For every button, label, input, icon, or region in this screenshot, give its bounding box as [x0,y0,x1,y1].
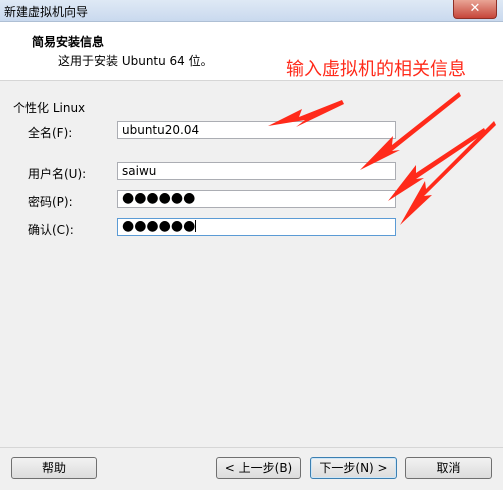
personalize-linux-group-label: 个性化 Linux [13,101,86,115]
fullname-value: ubuntu20.04 [122,123,200,137]
arrow-to-password [388,128,486,201]
cancel-button[interactable]: 取消 [405,457,492,479]
back-button[interactable]: < 上一步(B) [216,457,301,479]
fullname-input[interactable]: ubuntu20.04 [117,121,396,139]
page-subheading: 这用于安装 Ubuntu 64 位。 [58,54,213,68]
help-button[interactable]: 帮助 [11,457,97,479]
new-vm-wizard-window: 新建虚拟机向导 ✕ 简易安装信息 这用于安装 Ubuntu 64 位。 输入虚拟… [0,0,503,490]
username-input[interactable]: saiwu [117,162,396,180]
text-caret [195,220,197,232]
confirm-password-input[interactable]: ●●●●●● [117,218,396,236]
password-input[interactable]: ●●●●●● [117,190,396,208]
window-title: 新建虚拟机向导 [4,5,89,19]
close-button[interactable]: ✕ [453,0,497,19]
title-bar: 新建虚拟机向导 ✕ [0,0,503,22]
next-button[interactable]: 下一步(N) > [310,457,397,479]
confirm-label: 确认(C): [28,223,74,237]
password-label: 密码(P): [28,195,73,209]
username-value: saiwu [122,164,157,178]
annotation-text: 输入虚拟机的相关信息 [286,59,466,80]
password-value: ●●●●●● [122,190,196,206]
fullname-label: 全名(F): [28,126,73,140]
close-icon: ✕ [469,1,481,16]
username-label: 用户名(U): [28,167,87,181]
page-heading: 简易安装信息 [32,35,105,49]
footer-divider [0,447,503,448]
confirm-value: ●●●●●● [122,218,196,234]
arrow-to-confirm [400,121,496,225]
